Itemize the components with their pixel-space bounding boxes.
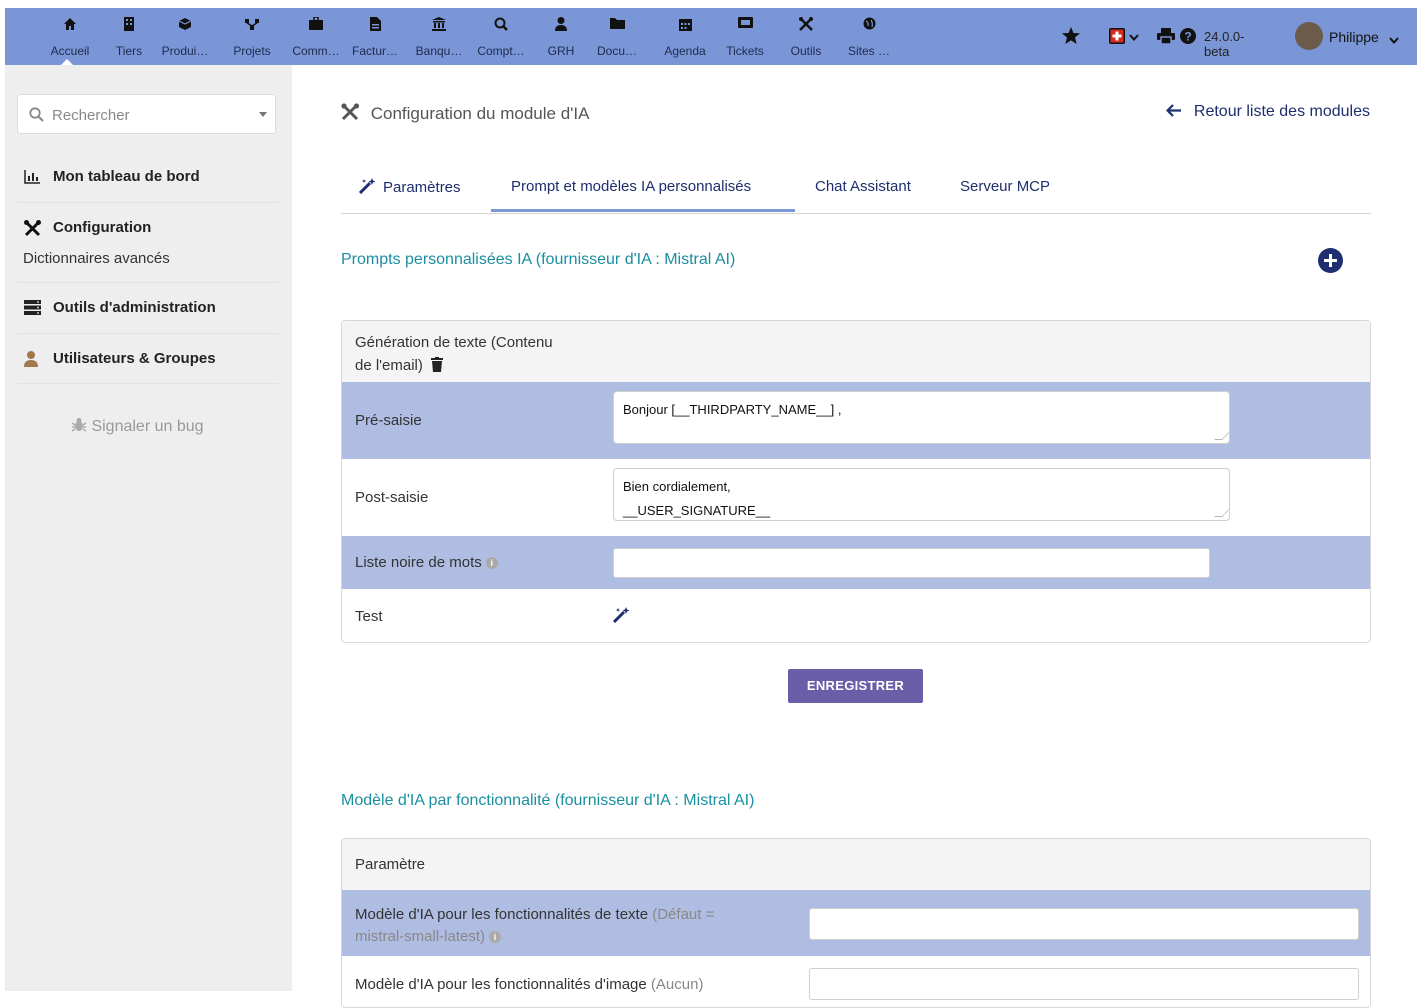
resize-handle[interactable] bbox=[1214, 432, 1229, 440]
magic-wand-icon bbox=[358, 178, 383, 196]
search-dollar-icon bbox=[471, 17, 531, 33]
prompt-card: Génération de texte (Contenu de l'email)… bbox=[341, 320, 1371, 643]
report-bug-link[interactable]: Signaler un bug bbox=[71, 417, 204, 436]
sidebar-subitem-dictionnaires[interactable]: Dictionnaires avancés bbox=[23, 250, 170, 267]
model-card: Paramètre Modèle d'IA pour les fonctionn… bbox=[341, 838, 1371, 1008]
menu-item-commerce[interactable]: Comm… bbox=[287, 8, 345, 65]
active-tab-indicator bbox=[491, 209, 795, 212]
back-to-modules-link[interactable]: Retour liste des modules bbox=[1166, 103, 1370, 121]
pre-saisie-textarea[interactable]: Bonjour [__THIRDPARTY_NAME__] , bbox=[613, 391, 1230, 444]
printer-icon[interactable] bbox=[1157, 28, 1175, 47]
bug-icon bbox=[71, 418, 87, 435]
help-icon[interactable]: ? bbox=[1180, 28, 1196, 47]
tab-serveur-mcp[interactable]: Serveur MCP bbox=[960, 178, 1050, 195]
sitemap-icon bbox=[229, 17, 275, 33]
sidebar: Rechercher Mon tableau de bord Configura… bbox=[5, 65, 292, 991]
card-header: Paramètre bbox=[342, 839, 1370, 890]
top-navbar: Accueil Tiers Produi… Projets Comm… Fact… bbox=[5, 8, 1417, 65]
tab-bar: Paramètres Prompt et modèles IA personna… bbox=[341, 166, 1371, 214]
divider bbox=[17, 202, 279, 203]
trash-icon[interactable] bbox=[427, 357, 444, 374]
search-select[interactable]: Rechercher bbox=[17, 94, 276, 134]
section-title-models: Modèle d'IA par fonctionnalité (fourniss… bbox=[341, 792, 755, 809]
menu-item-sites[interactable]: Sites … bbox=[839, 8, 899, 65]
search-placeholder: Rechercher bbox=[52, 107, 130, 124]
tools-icon bbox=[24, 220, 42, 238]
divider bbox=[17, 383, 279, 384]
row-liste-noire: Liste noire de mots i bbox=[342, 536, 1370, 589]
chevron-down-icon[interactable] bbox=[1129, 30, 1139, 45]
row-post-saisie: Post-saisie Bien cordialement, __USER_SI… bbox=[342, 459, 1370, 536]
tab-prompt-modeles[interactable]: Prompt et modèles IA personnalisés bbox=[511, 178, 751, 195]
ticket-icon bbox=[719, 17, 771, 33]
menu-item-grh[interactable]: GRH bbox=[543, 8, 579, 65]
menu-item-produits[interactable]: Produi… bbox=[160, 8, 210, 65]
tab-parametres[interactable]: Paramètres bbox=[358, 178, 461, 196]
blacklist-input[interactable] bbox=[613, 548, 1210, 578]
arrow-left-icon bbox=[1166, 103, 1189, 120]
cube-icon bbox=[160, 17, 210, 33]
magic-wand-icon[interactable] bbox=[612, 607, 631, 627]
search-icon bbox=[29, 107, 44, 127]
building-icon bbox=[111, 17, 147, 33]
menu-item-projets[interactable]: Projets bbox=[229, 8, 275, 65]
divider bbox=[17, 333, 279, 334]
add-prompt-button[interactable] bbox=[1318, 248, 1343, 273]
info-icon: i bbox=[485, 557, 498, 569]
section-title-prompts: Prompts personnalisées IA (fournisseur d… bbox=[341, 251, 736, 268]
row-test: Test bbox=[342, 589, 1370, 642]
briefcase-icon bbox=[287, 16, 345, 33]
invoice-icon bbox=[347, 17, 403, 33]
row-text-model: Modèle d'IA pour les fonctionnalités de … bbox=[342, 890, 1370, 956]
calendar-icon bbox=[657, 17, 713, 33]
text-model-input[interactable] bbox=[809, 908, 1359, 940]
menu-item-accueil[interactable]: Accueil bbox=[45, 8, 95, 65]
user-icon bbox=[24, 351, 42, 369]
tools-icon bbox=[785, 17, 827, 33]
menu-item-facturation[interactable]: Factur… bbox=[347, 8, 403, 65]
menu-item-banque[interactable]: Banqu… bbox=[409, 8, 469, 65]
divider bbox=[17, 282, 279, 283]
folder-icon bbox=[593, 17, 641, 33]
select-caret-icon bbox=[259, 112, 267, 117]
bank-icon bbox=[409, 17, 469, 33]
page-title: Configuration du module d'IA bbox=[341, 103, 589, 124]
card-header: Génération de texte (Contenu de l'email) bbox=[342, 321, 1370, 382]
post-saisie-textarea[interactable]: Bien cordialement, __USER_SIGNATURE__ bbox=[613, 468, 1230, 521]
menu-item-comptabilite[interactable]: Compt… bbox=[471, 8, 531, 65]
image-model-input[interactable] bbox=[809, 968, 1359, 1000]
swiss-flag-icon[interactable] bbox=[1109, 28, 1125, 47]
save-button[interactable]: ENREGISTRER bbox=[788, 669, 923, 703]
row-image-model: Modèle d'IA pour les fonctionnalités d'i… bbox=[342, 956, 1370, 1007]
server-icon bbox=[24, 300, 42, 318]
user-name[interactable]: Philippe bbox=[1329, 29, 1379, 45]
tab-chat-assistant[interactable]: Chat Assistant bbox=[815, 178, 911, 195]
chart-icon bbox=[24, 169, 42, 187]
menu-item-tickets[interactable]: Tickets bbox=[719, 8, 771, 65]
avatar[interactable] bbox=[1295, 22, 1323, 50]
version-label: 24.0.0-beta bbox=[1204, 29, 1245, 59]
menu-item-tiers[interactable]: Tiers bbox=[111, 8, 147, 65]
home-icon bbox=[45, 17, 95, 33]
info-icon: i bbox=[489, 931, 502, 943]
menu-item-outils[interactable]: Outils bbox=[785, 8, 827, 65]
svg-text:?: ? bbox=[1184, 30, 1191, 44]
menu-item-agenda[interactable]: Agenda bbox=[657, 8, 713, 65]
tools-icon bbox=[341, 103, 366, 123]
row-pre-saisie: Pré-saisie Bonjour [__THIRDPARTY_NAME__]… bbox=[342, 382, 1370, 459]
globe-icon bbox=[839, 17, 899, 33]
user-tie-icon bbox=[543, 17, 579, 33]
menu-item-documents[interactable]: Docu… bbox=[593, 8, 641, 65]
user-chevron-down-icon[interactable] bbox=[1389, 33, 1399, 48]
bookmark-star-icon[interactable] bbox=[1062, 27, 1080, 47]
